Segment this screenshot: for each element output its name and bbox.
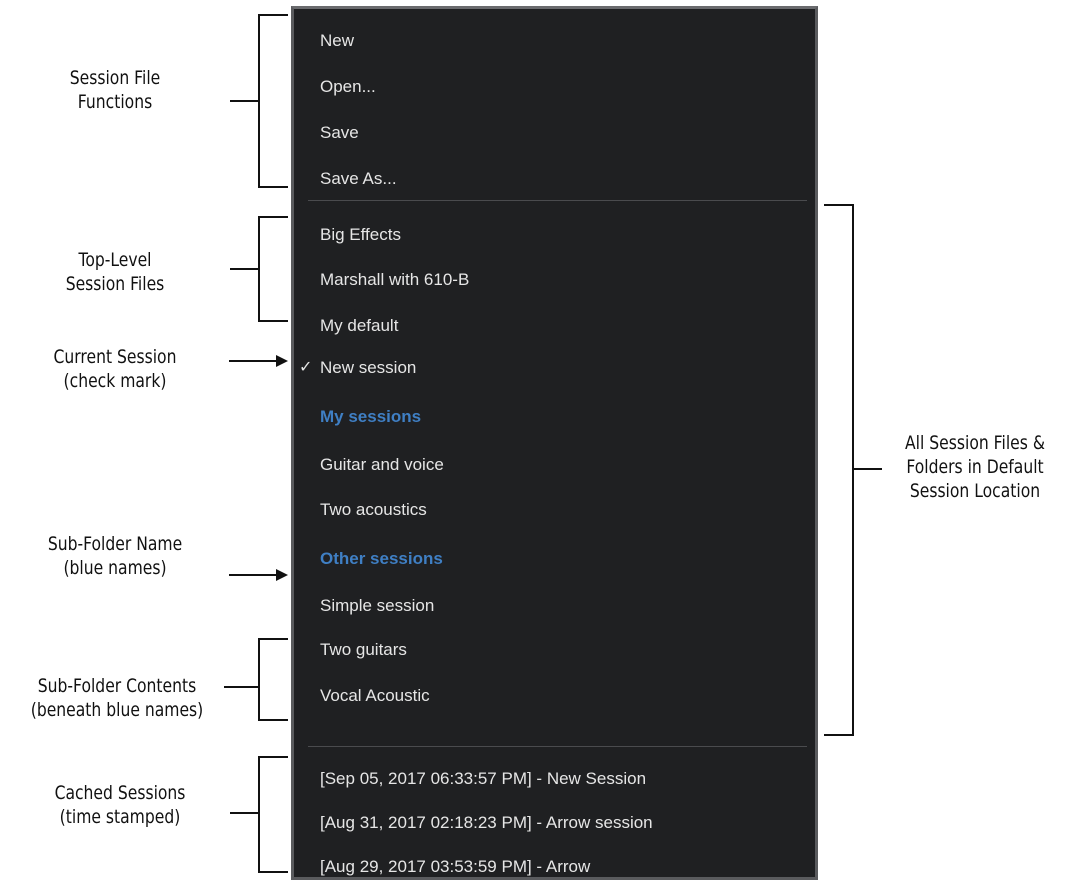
checkmark-icon: ✓ — [299, 359, 313, 376]
bracket-line — [824, 204, 854, 206]
cached-session-item[interactable]: [Sep 05, 2017 06:33:57 PM] - New Session — [320, 764, 646, 794]
annotation-all-session-files: All Session Files & Folders in Default S… — [905, 432, 1045, 502]
session-item-simple-session[interactable]: Simple session — [320, 591, 434, 621]
bracket-line — [258, 216, 288, 218]
bracket-line — [230, 100, 260, 102]
menu-item-new[interactable]: New — [320, 26, 354, 56]
menu-separator — [308, 200, 807, 201]
cached-session-item[interactable]: [Aug 31, 2017 02:18:23 PM] - Arrow sessi… — [320, 808, 653, 838]
session-item-vocal-acoustic[interactable]: Vocal Acoustic — [320, 681, 430, 711]
annotation-sub-folder-name: Sub-Folder Name (blue names) — [47, 533, 183, 579]
session-menu: New Open... Save Save As... Big Effects … — [291, 6, 818, 880]
menu-item-open[interactable]: Open... — [320, 72, 376, 102]
arrow-line — [229, 574, 277, 576]
menu-item-save[interactable]: Save — [320, 118, 359, 148]
session-item-marshall[interactable]: Marshall with 610-B — [320, 265, 469, 295]
menu-item-save-as[interactable]: Save As... — [320, 164, 397, 194]
folder-other-sessions: Other sessions — [320, 549, 443, 568]
folder-my-sessions: My sessions — [320, 407, 422, 426]
bracket-line — [258, 638, 288, 640]
arrow-line — [229, 360, 277, 362]
bracket-line — [824, 734, 854, 736]
bracket-line — [258, 756, 288, 758]
session-item-two-guitars[interactable]: Two guitars — [320, 635, 407, 665]
annotation-top-level-session-files: Top-Level Session Files — [65, 249, 165, 295]
bracket-line — [258, 719, 288, 721]
bracket-line — [258, 756, 260, 873]
bracket-line — [852, 204, 854, 736]
bracket-line — [258, 638, 260, 721]
bracket-line — [852, 468, 882, 470]
bracket-line — [258, 320, 288, 322]
annotation-session-file-functions: Session File Functions — [69, 67, 161, 113]
session-item-guitar-and-voice[interactable]: Guitar and voice — [320, 450, 444, 480]
arrow-icon — [276, 355, 288, 367]
cached-session-item[interactable]: [Aug 29, 2017 03:53:59 PM] - Arrow — [320, 852, 590, 882]
bracket-line — [258, 871, 288, 873]
bracket-line — [230, 812, 260, 814]
arrow-icon — [276, 569, 288, 581]
session-item-big-effects[interactable]: Big Effects — [320, 220, 401, 250]
bracket-line — [258, 14, 288, 16]
annotation-cached-sessions: Cached Sessions (time stamped) — [54, 782, 186, 828]
current-session-label: New session — [320, 358, 417, 377]
session-item-two-acoustics[interactable]: Two acoustics — [320, 495, 427, 525]
menu-separator — [308, 746, 807, 747]
session-item-my-default[interactable]: My default — [320, 311, 398, 341]
annotation-current-session: Current Session (check mark) — [53, 346, 177, 392]
bracket-line — [224, 686, 260, 688]
annotation-sub-folder-contents: Sub-Folder Contents (beneath blue names) — [30, 675, 204, 721]
bracket-line — [230, 268, 260, 270]
bracket-line — [258, 186, 288, 188]
session-item-current[interactable]: ✓ New session — [299, 353, 417, 383]
